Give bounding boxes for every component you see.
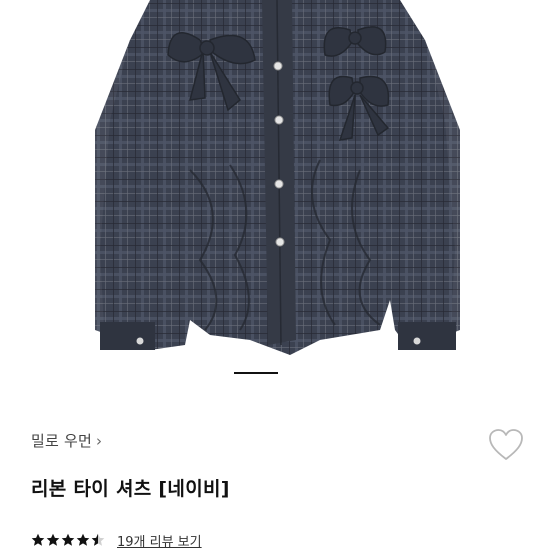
- product-image-carousel[interactable]: [0, 0, 554, 398]
- heart-outline-icon[interactable]: [488, 428, 524, 462]
- product-title: 리본 타이 셔츠 [네이비]: [31, 478, 230, 500]
- rating-row: 19개 리뷰 보기: [31, 530, 202, 550]
- half-star-icon: [91, 533, 105, 546]
- star-icon: [46, 533, 60, 546]
- star-icon: [31, 533, 45, 546]
- carousel-indicator: [0, 372, 554, 375]
- brand-link[interactable]: 밀로 우먼 ›: [31, 430, 102, 451]
- star-icon: [76, 533, 90, 546]
- star-icon: [61, 533, 75, 546]
- chevron-right-icon: ›: [95, 432, 103, 450]
- reviews-link[interactable]: 19개 리뷰 보기: [117, 531, 202, 550]
- shirt-photo: [95, 0, 460, 355]
- product-info: 밀로 우먼 › 리본 타이 셔츠 [네이비] 19개 리뷰 보기: [0, 398, 554, 554]
- carousel-thumb: [234, 372, 278, 374]
- star-rating: [31, 533, 105, 547]
- brand-name: 밀로 우먼: [31, 432, 92, 450]
